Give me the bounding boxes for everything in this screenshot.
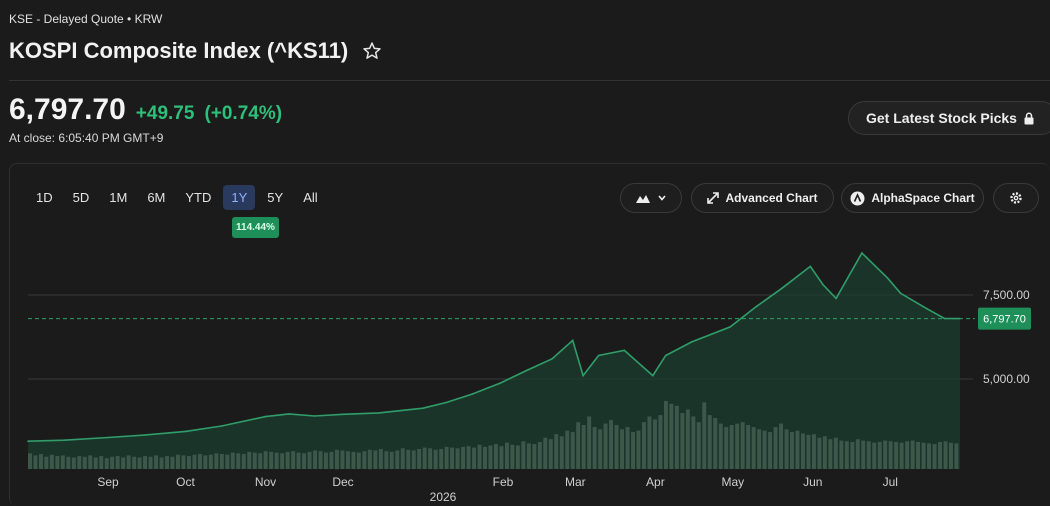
- x-tick-label: Feb: [493, 475, 514, 489]
- price-point: [264, 415, 267, 418]
- price-point: [690, 341, 693, 343]
- x-tick-label: Jul: [883, 475, 898, 489]
- price-point: [471, 393, 473, 395]
- price-point: [861, 252, 863, 254]
- price-point: [184, 430, 187, 433]
- price-point: [571, 339, 574, 342]
- x-year-label: 2026: [430, 490, 457, 504]
- price-point: [835, 297, 837, 300]
- x-tick-label: Sep: [97, 475, 119, 489]
- price-point: [925, 307, 928, 310]
- price-point: [664, 354, 667, 357]
- price-point: [313, 415, 316, 417]
- x-tick-label: Dec: [332, 475, 353, 489]
- price-point: [27, 440, 29, 443]
- price-point: [809, 265, 812, 268]
- price-point: [525, 369, 528, 372]
- x-tick-label: Nov: [255, 475, 276, 489]
- price-point: [551, 358, 553, 360]
- price-point: [220, 425, 223, 427]
- price-point: [755, 306, 757, 308]
- price-point: [288, 413, 290, 415]
- price-point: [582, 374, 584, 377]
- price-point: [729, 326, 731, 328]
- price-point: [899, 292, 902, 295]
- price-point: [342, 413, 344, 416]
- y-tick-label: 5,000.00: [983, 372, 1030, 386]
- price-point: [886, 277, 889, 280]
- price-point: [499, 382, 502, 384]
- price-point: [597, 354, 600, 357]
- price-point: [822, 284, 824, 286]
- price-point: [652, 374, 654, 377]
- price-point: [107, 436, 109, 439]
- price-point: [781, 287, 783, 290]
- price-point: [422, 407, 424, 410]
- x-tick-label: Apr: [646, 475, 665, 489]
- x-tick-label: Mar: [565, 475, 586, 489]
- price-point: [378, 412, 380, 414]
- price-area: [28, 253, 960, 469]
- x-tick-label: May: [721, 475, 744, 489]
- price-point: [143, 434, 145, 436]
- price-chart: 6,797.70 7,500.00 5,000.00 Sep Oct Nov Dec Feb M…: [27, 251, 1031, 504]
- current-price-label: 6,797.70: [983, 314, 1026, 326]
- price-point: [63, 439, 65, 442]
- y-tick-label: 7,500.00: [983, 288, 1030, 302]
- price-point: [623, 349, 626, 352]
- price-point: [445, 401, 448, 404]
- x-tick-label: Oct: [176, 475, 195, 489]
- x-tick-label: Jun: [803, 475, 822, 489]
